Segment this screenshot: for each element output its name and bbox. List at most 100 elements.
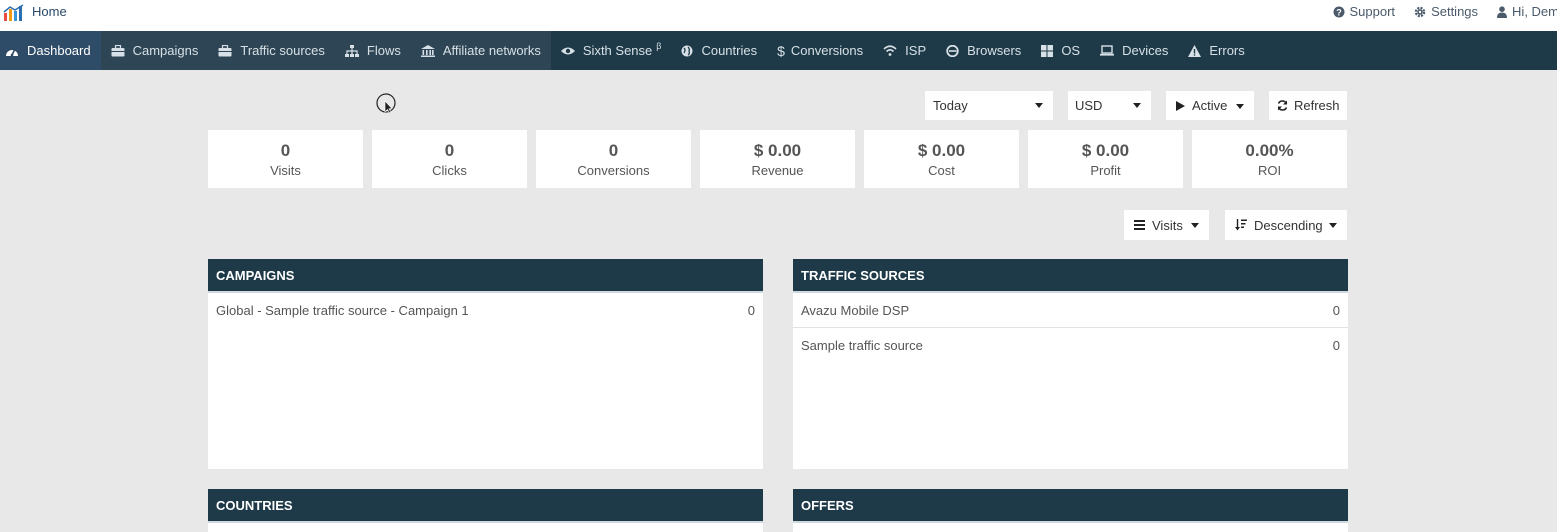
period-value: Today [933,98,968,113]
stat-visits: 0 Visits [208,130,363,188]
warning-icon [1188,44,1202,57]
nav-item-conversions[interactable]: $ Conversions [767,31,873,70]
top-bar: Home ? Support Settings Hi, Dem [0,0,1557,31]
nav-label: Campaigns [132,43,199,58]
nav-label: Sixth Sense [582,43,653,58]
stat-label: ROI [1257,163,1282,178]
traffic-sources-panel: TRAFFIC SOURCES Avazu Mobile DSP 0 Sampl… [793,259,1348,469]
nav-item-browsers[interactable]: Browsers [936,31,1031,70]
panel-title: CAMPAIGNS [208,259,763,293]
sort-metric-dropdown[interactable]: Visits [1124,210,1209,240]
nav-item-traffic-sources[interactable]: Traffic sources [208,31,335,70]
row-name: Sample traffic source [801,338,923,353]
stat-roi: 0.00% ROI [1192,130,1347,188]
table-row[interactable]: Avazu Mobile DSP 0 [793,293,1348,328]
app-logo-icon[interactable] [3,4,25,22]
question-circle-icon: ? [1333,6,1345,17]
stat-conversions: 0 Conversions [536,130,691,188]
nav-item-errors[interactable]: Errors [1178,31,1254,70]
status-dropdown[interactable]: Active [1166,91,1254,120]
nav-item-devices[interactable]: Devices [1090,31,1178,70]
briefcase-icon [218,44,232,56]
support-link[interactable]: ? Support [1333,4,1396,19]
stat-label: Cost [928,163,955,178]
nav-label: Countries [701,43,758,58]
row-value: 0 [747,303,755,318]
sort-amount-desc-icon [1235,219,1247,231]
main-navbar: Dashboard Campaigns Traffic sources Flow… [0,31,1557,70]
windows-icon [1041,44,1054,57]
campaigns-panel: CAMPAIGNS Global - Sample traffic source… [208,259,763,469]
gear-icon [1414,6,1426,17]
caret-down-icon [1236,104,1244,109]
support-label: Support [1349,4,1396,19]
row-name: Global - Sample traffic source - Campaig… [216,303,469,318]
nav-label: Dashboard [27,43,91,58]
dashboard-icon [6,48,18,56]
nav-item-sixth-sense[interactable]: Sixth Sense β [551,31,672,70]
row-value: 0 [1332,338,1340,353]
dollar-icon: $ [777,42,785,59]
stat-value: $ 0.00 [917,141,966,160]
nav-item-os[interactable]: OS [1031,31,1090,70]
nav-label: Flows [366,43,401,58]
settings-link[interactable]: Settings [1414,4,1478,19]
table-row[interactable]: Sample traffic source 0 [793,328,1348,363]
nav-label: Conversions [790,43,864,58]
refresh-button[interactable]: Refresh [1269,91,1347,120]
panel-title: TRAFFIC SOURCES [793,259,1348,293]
nav-item-countries[interactable]: Countries [671,31,767,70]
stat-value: 0.00% [1245,141,1294,160]
nav-label: Browsers [967,43,1022,58]
nav-item-campaigns[interactable]: Campaigns [101,31,209,70]
status-value: Active [1192,98,1228,113]
home-link[interactable]: Home [32,4,67,19]
browser-icon [946,44,959,57]
row-name: Avazu Mobile DSP [801,302,910,318]
nav-label: Errors [1209,43,1245,58]
bars-icon [1134,220,1145,230]
caret-down-icon [1133,103,1141,108]
stat-label: Clicks [432,163,467,178]
wifi-icon [883,45,897,56]
table-row[interactable]: Global - Sample traffic source - Campaig… [208,293,763,328]
caret-down-icon [1035,103,1043,108]
stat-label: Revenue [751,163,804,178]
user-menu[interactable]: Hi, Dem [1497,4,1557,19]
stat-cost: $ 0.00 Cost [864,130,1019,188]
countries-panel: COUNTRIES [208,489,763,532]
stat-value: 0 [444,141,455,160]
nav-item-affiliate-networks[interactable]: Affiliate networks [411,31,551,70]
nav-label: OS [1061,43,1081,58]
stat-value: $ 0.00 [753,141,802,160]
nav-label: Traffic sources [240,43,325,58]
beta-badge: β [656,40,662,51]
stat-value: 0 [280,141,291,160]
stat-label: Profit [1090,163,1121,178]
refresh-label: Refresh [1294,98,1340,113]
sort-order-dropdown[interactable]: Descending [1225,210,1347,240]
stat-value: 0 [608,141,619,160]
sitemap-icon [344,44,359,57]
mouse-cursor-icon [376,93,396,113]
nav-item-dashboard[interactable]: Dashboard [0,31,101,70]
panel-title: OFFERS [793,489,1348,523]
user-label: Hi, Dem [1512,4,1557,19]
caret-down-icon [1191,223,1199,228]
panel-title: COUNTRIES [208,489,763,523]
nav-item-flows[interactable]: Flows [335,31,411,70]
stat-value: $ 0.00 [1081,141,1130,160]
top-right-menu: ? Support Settings Hi, Dem [1314,4,1557,19]
currency-select[interactable]: USD [1068,91,1151,120]
globe-icon [681,45,693,56]
period-select[interactable]: Today [925,91,1053,120]
currency-value: USD [1075,98,1103,113]
caret-down-icon [1329,223,1337,228]
user-icon [1497,5,1508,18]
nav-group-primary: Dashboard Campaigns Traffic sources Flow… [0,31,551,70]
eye-icon [560,47,575,54]
nav-item-isp[interactable]: ISP [873,31,936,70]
offers-panel: OFFERS [793,489,1348,532]
nav-label: Affiliate networks [442,43,541,58]
bank-icon [420,44,435,57]
